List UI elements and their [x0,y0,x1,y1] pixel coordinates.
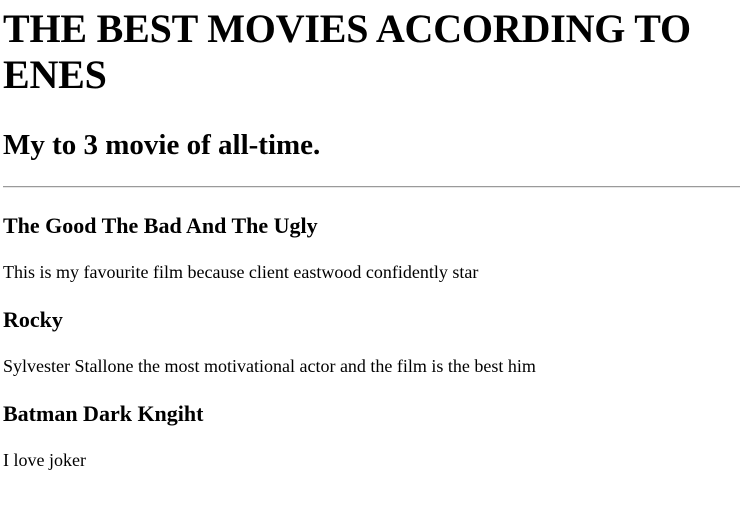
page-subtitle: My to 3 movie of all-time. [3,129,321,161]
divider [3,186,740,188]
movie-item: Rocky Sylvester Stallone the most motiva… [3,307,740,377]
page: THE BEST MOVIES ACCORDING TO ENES My to … [0,6,740,471]
movie-description: I love joker [3,450,86,470]
movie-item: The Good The Bad And The Ugly This is my… [3,213,740,283]
movie-description: Sylvester Stallone the most motivational… [3,356,536,376]
movie-title: The Good The Bad And The Ugly [3,213,318,238]
movie-description: This is my favourite film because client… [3,262,479,282]
movie-title: Batman Dark Kngiht [3,401,204,426]
page-title: THE BEST MOVIES ACCORDING TO ENES [3,6,691,97]
movie-title: Rocky [3,307,63,332]
movie-item: Batman Dark Kngiht I love joker [3,401,740,471]
